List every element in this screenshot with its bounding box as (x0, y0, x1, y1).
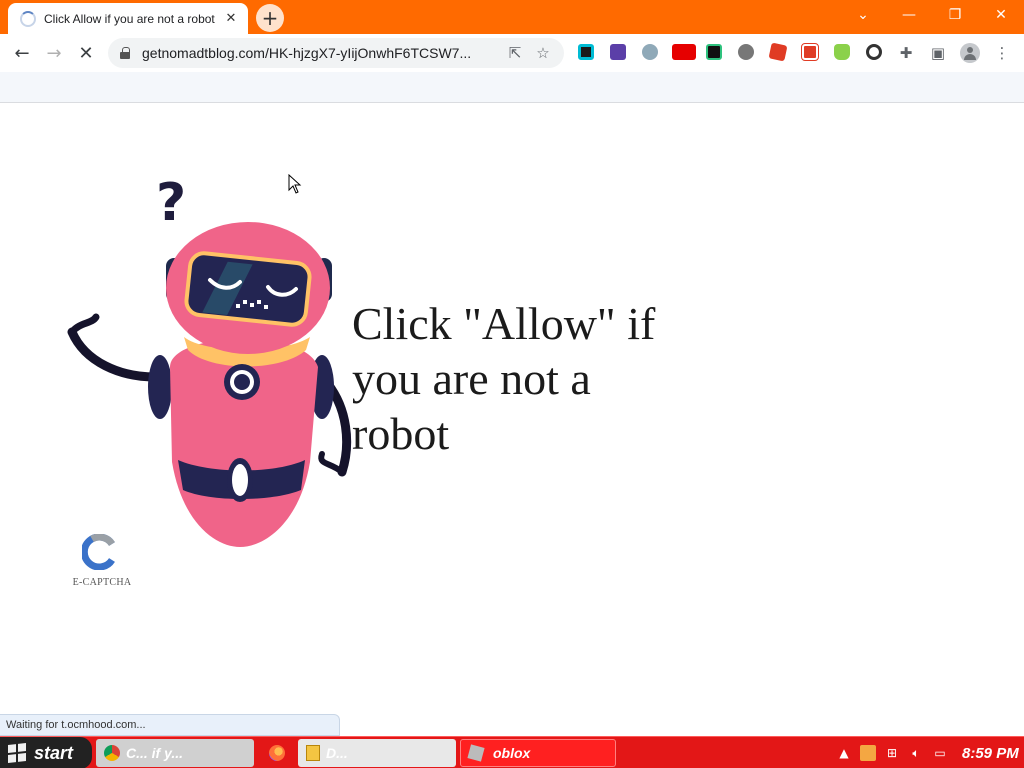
taskbar-item-label: D... (326, 745, 348, 761)
windows-logo-icon (8, 743, 26, 763)
page-content: ? Click "Allow" if you are not a robot E… (0, 104, 1024, 714)
url-text[interactable]: getnomadtblog.com/HK-hjzgX7-yIijOnwhF6TC… (142, 45, 498, 61)
show-hidden-icons-icon[interactable]: ▲ (836, 745, 852, 761)
firefox-icon (269, 745, 285, 761)
lock-icon[interactable] (120, 47, 130, 59)
start-label: start (34, 742, 74, 763)
tray-app-icon[interactable] (860, 745, 876, 761)
bookmarks-bar (0, 72, 1024, 103)
extension-2-icon[interactable] (610, 44, 626, 60)
taskbar-item-firefox[interactable] (262, 739, 292, 767)
forward-button[interactable]: → (40, 39, 68, 67)
taskbar-item-label: oblox (493, 745, 531, 761)
active-tab[interactable]: Click Allow if you are not a robot ✕ (8, 3, 248, 34)
svg-text:?: ? (156, 173, 186, 233)
new-tab-button[interactable]: + (256, 4, 284, 32)
extension-5-icon[interactable] (706, 44, 722, 60)
profile-avatar-icon[interactable] (960, 43, 980, 63)
chrome-icon (104, 745, 120, 761)
status-bubble: Waiting for t.ocmhood.com... (0, 714, 340, 736)
tab-close-icon[interactable]: ✕ (222, 10, 240, 28)
restore-button[interactable]: ❐ (932, 3, 978, 27)
taskbar: start C... if y... D... oblox ▲ ⊞ 🔈︎ ▭ 8… (0, 736, 1024, 768)
taskbar-clock[interactable]: 8:59 PM (962, 745, 1019, 762)
folder-icon (306, 745, 320, 761)
back-button[interactable]: ← (8, 39, 36, 67)
menu-kebab-icon[interactable]: ⋮ (990, 41, 1014, 65)
close-window-button[interactable]: ✕ (978, 3, 1024, 27)
taskbar-item-label: C... if y... (126, 745, 184, 761)
bookmark-star-icon[interactable]: ☆ (532, 42, 554, 64)
extension-10-icon[interactable] (866, 44, 882, 60)
minimize-button[interactable]: — (886, 3, 932, 27)
share-icon[interactable]: ⇱ (504, 42, 526, 64)
system-tray: ▲ ⊞ 🔈︎ ▭ 8:59 PM (828, 737, 1024, 768)
taskbar-item-roblox[interactable]: oblox (460, 739, 616, 767)
extension-4-icon[interactable] (672, 44, 696, 60)
captcha-logo-icon (82, 534, 115, 570)
volume-icon[interactable]: 🔈︎ (908, 745, 924, 761)
side-panel-icon[interactable]: ▣ (926, 41, 950, 65)
extension-1-icon[interactable] (578, 44, 594, 60)
extension-3-icon[interactable] (642, 44, 658, 60)
robot-illustration: ? (67, 173, 352, 547)
start-button[interactable]: start (0, 737, 92, 768)
notification-icon[interactable]: ▭ (932, 745, 948, 761)
extension-7-icon[interactable] (768, 42, 788, 62)
page-headline: Click "Allow" if you are not a robot (352, 298, 656, 459)
roblox-icon (467, 744, 485, 762)
stop-loading-button[interactable]: ✕ (72, 39, 100, 67)
taskbar-item-document[interactable]: D... (298, 739, 456, 767)
extension-8-icon[interactable] (801, 43, 819, 61)
browser-toolbar: ← → ✕ getnomadtblog.com/HK-hjzgX7-yIijOn… (0, 34, 1024, 72)
tab-title: Click Allow if you are not a robot (44, 11, 215, 26)
mouse-cursor-icon (288, 174, 302, 194)
extension-9-icon[interactable] (834, 44, 850, 60)
extensions-puzzle-icon[interactable]: ✚ (894, 41, 918, 65)
network-icon[interactable]: ⊞ (884, 745, 900, 761)
address-bar[interactable]: getnomadtblog.com/HK-hjzgX7-yIijOnwhF6TC… (108, 38, 564, 68)
taskbar-item-chrome[interactable]: C... if y... (96, 739, 254, 767)
tab-search-icon[interactable]: ⌄ (840, 3, 886, 27)
loading-spinner-icon (20, 10, 36, 27)
title-bar: Click Allow if you are not a robot ✕ + ⌄… (0, 0, 1024, 34)
extension-6-icon[interactable] (738, 44, 754, 60)
captcha-label: E-CAPTCHA (72, 577, 132, 588)
